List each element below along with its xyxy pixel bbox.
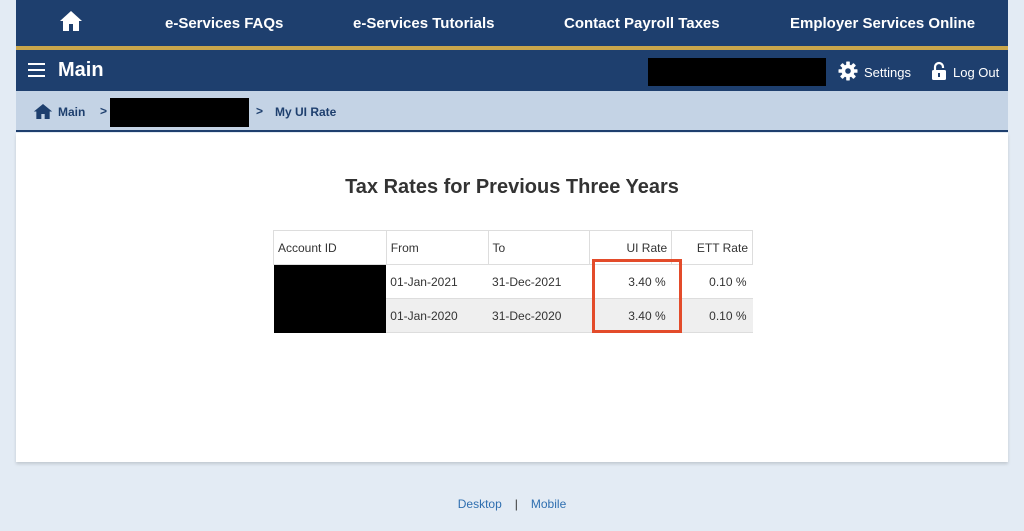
redacted-account-id: [273, 264, 387, 333]
desktop-link[interactable]: Desktop: [458, 497, 502, 511]
mobile-link[interactable]: Mobile: [531, 497, 566, 511]
page-section-title: Main: [58, 59, 104, 81]
column-header-from: From: [385, 230, 489, 265]
nav-eservices-tutorials[interactable]: e-Services Tutorials: [353, 15, 494, 32]
logout-button[interactable]: Log Out: [931, 61, 999, 84]
footer: Desktop | Mobile: [16, 497, 1008, 511]
breadcrumb-separator: >: [256, 104, 264, 118]
cell-ett-rate: 0.10 %: [671, 264, 753, 299]
cell-to: 31-Dec-2021: [488, 264, 590, 299]
main-header-bar: Main Settings Log Out: [16, 50, 1008, 91]
cell-from: 01-Jan-2020: [386, 298, 489, 333]
nav-employer-services-online[interactable]: Employer Services Online: [790, 15, 975, 32]
settings-button[interactable]: Settings: [838, 61, 911, 84]
cell-ett-rate: 0.10 %: [671, 298, 753, 333]
breadcrumb: Main > > My UI Rate: [16, 91, 1008, 132]
home-icon: [59, 10, 83, 37]
main-content: Tax Rates for Previous Three Years Accou…: [16, 133, 1008, 462]
cell-from: 01-Jan-2021: [386, 264, 489, 299]
breadcrumb-current: My UI Rate: [275, 105, 337, 119]
page-title: Tax Rates for Previous Three Years: [345, 176, 679, 198]
home-icon[interactable]: [33, 103, 53, 125]
settings-label: Settings: [864, 65, 911, 80]
menu-icon[interactable]: [28, 63, 45, 77]
column-header-to: To: [487, 230, 591, 265]
logout-label: Log Out: [953, 65, 1000, 80]
nav-eservices-faqs[interactable]: e-Services FAQs: [165, 15, 283, 32]
cell-to: 31-Dec-2020: [488, 298, 590, 333]
ui-rate-highlight-box: [592, 259, 682, 333]
breadcrumb-separator: >: [100, 104, 108, 118]
nav-contact-payroll-taxes[interactable]: Contact Payroll Taxes: [564, 15, 720, 32]
lock-icon: [931, 61, 953, 84]
breadcrumb-main-link[interactable]: Main: [58, 105, 85, 119]
column-header-ett-rate: ETT Rate: [671, 230, 753, 265]
gear-icon: [838, 61, 864, 84]
home-button[interactable]: [16, 0, 126, 46]
redacted-user-name: [648, 58, 826, 86]
page-frame: e-Services FAQs e-Services Tutorials Con…: [16, 0, 1008, 531]
footer-separator: |: [514, 497, 518, 511]
top-navigation: e-Services FAQs e-Services Tutorials Con…: [16, 0, 1008, 46]
column-header-account-id: Account ID: [273, 230, 387, 265]
redacted-breadcrumb-item: [110, 98, 249, 127]
